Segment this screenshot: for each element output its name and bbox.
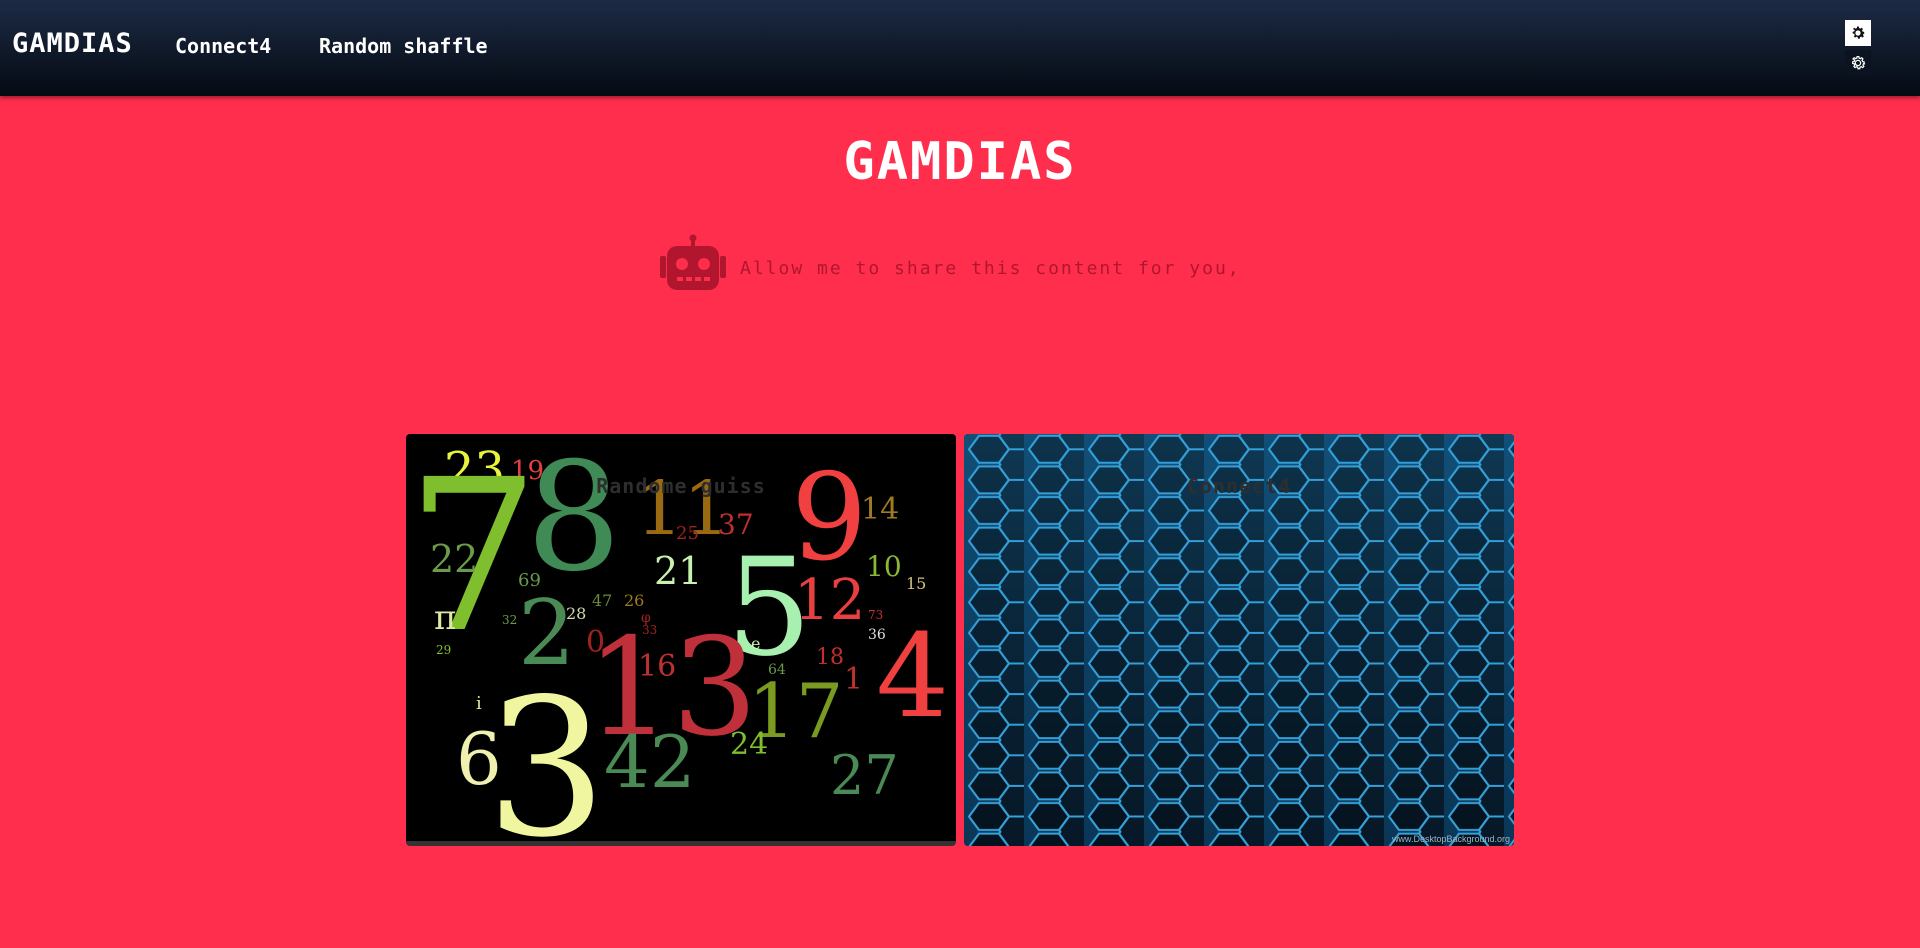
art-number: 16 bbox=[638, 649, 676, 684]
bot-message: Allow me to share this content for you, bbox=[740, 257, 1241, 279]
settings-button-light[interactable] bbox=[1845, 20, 1871, 46]
art-number: 28 bbox=[566, 604, 586, 623]
art-number: 15 bbox=[906, 574, 926, 593]
card-title-connect4: Connect4 bbox=[1186, 474, 1292, 498]
robot-icon bbox=[660, 234, 726, 290]
connect4-card[interactable]: Connect4 www.DesktopBackground.org bbox=[964, 434, 1514, 846]
image-watermark: www.DesktopBackground.org bbox=[1391, 834, 1510, 844]
gear-icon bbox=[1852, 26, 1866, 39]
card-title-random: Randome guiss bbox=[596, 474, 766, 498]
art-number: 26 bbox=[624, 591, 644, 610]
settings-button-dark[interactable] bbox=[1845, 50, 1871, 76]
nav-link-random-shaffle[interactable]: Random shaffle bbox=[319, 34, 488, 58]
art-number: 21 bbox=[654, 549, 702, 593]
bot-message-row: Allow me to share this content for you, bbox=[658, 234, 1241, 294]
gear-icon bbox=[1852, 55, 1866, 70]
art-number: 3 bbox=[486, 658, 607, 846]
art-number: 12 bbox=[794, 568, 865, 633]
art-number: 24 bbox=[730, 727, 768, 762]
art-number: 42 bbox=[604, 720, 696, 804]
art-number: 25 bbox=[676, 523, 699, 544]
art-number: 22 bbox=[430, 537, 478, 581]
art-number: i bbox=[476, 693, 482, 714]
art-number: 47 bbox=[592, 591, 612, 610]
art-number: 10 bbox=[866, 550, 902, 583]
hero-title: GAMDIAS bbox=[843, 132, 1077, 192]
art-number: 27 bbox=[830, 744, 899, 807]
art-number: 4 bbox=[876, 610, 949, 744]
brand-link[interactable]: GAMDIAS bbox=[12, 28, 133, 59]
nav-link-connect4[interactable]: Connect4 bbox=[175, 34, 271, 58]
art-number: π bbox=[434, 598, 456, 638]
art-number: 1 bbox=[844, 662, 863, 697]
art-number: 32 bbox=[502, 613, 517, 627]
art-number: 33 bbox=[642, 623, 657, 637]
art-number: 29 bbox=[436, 643, 451, 657]
art-number: e bbox=[751, 634, 760, 653]
top-navbar: GAMDIAS Connect4 Random shaffle bbox=[0, 0, 1920, 96]
random-guess-card[interactable]: 23 19 8 7 11 25 37 9 14 22 69 21 10 15 π 2 47 26 5 12 73 28 32… bbox=[406, 434, 956, 846]
